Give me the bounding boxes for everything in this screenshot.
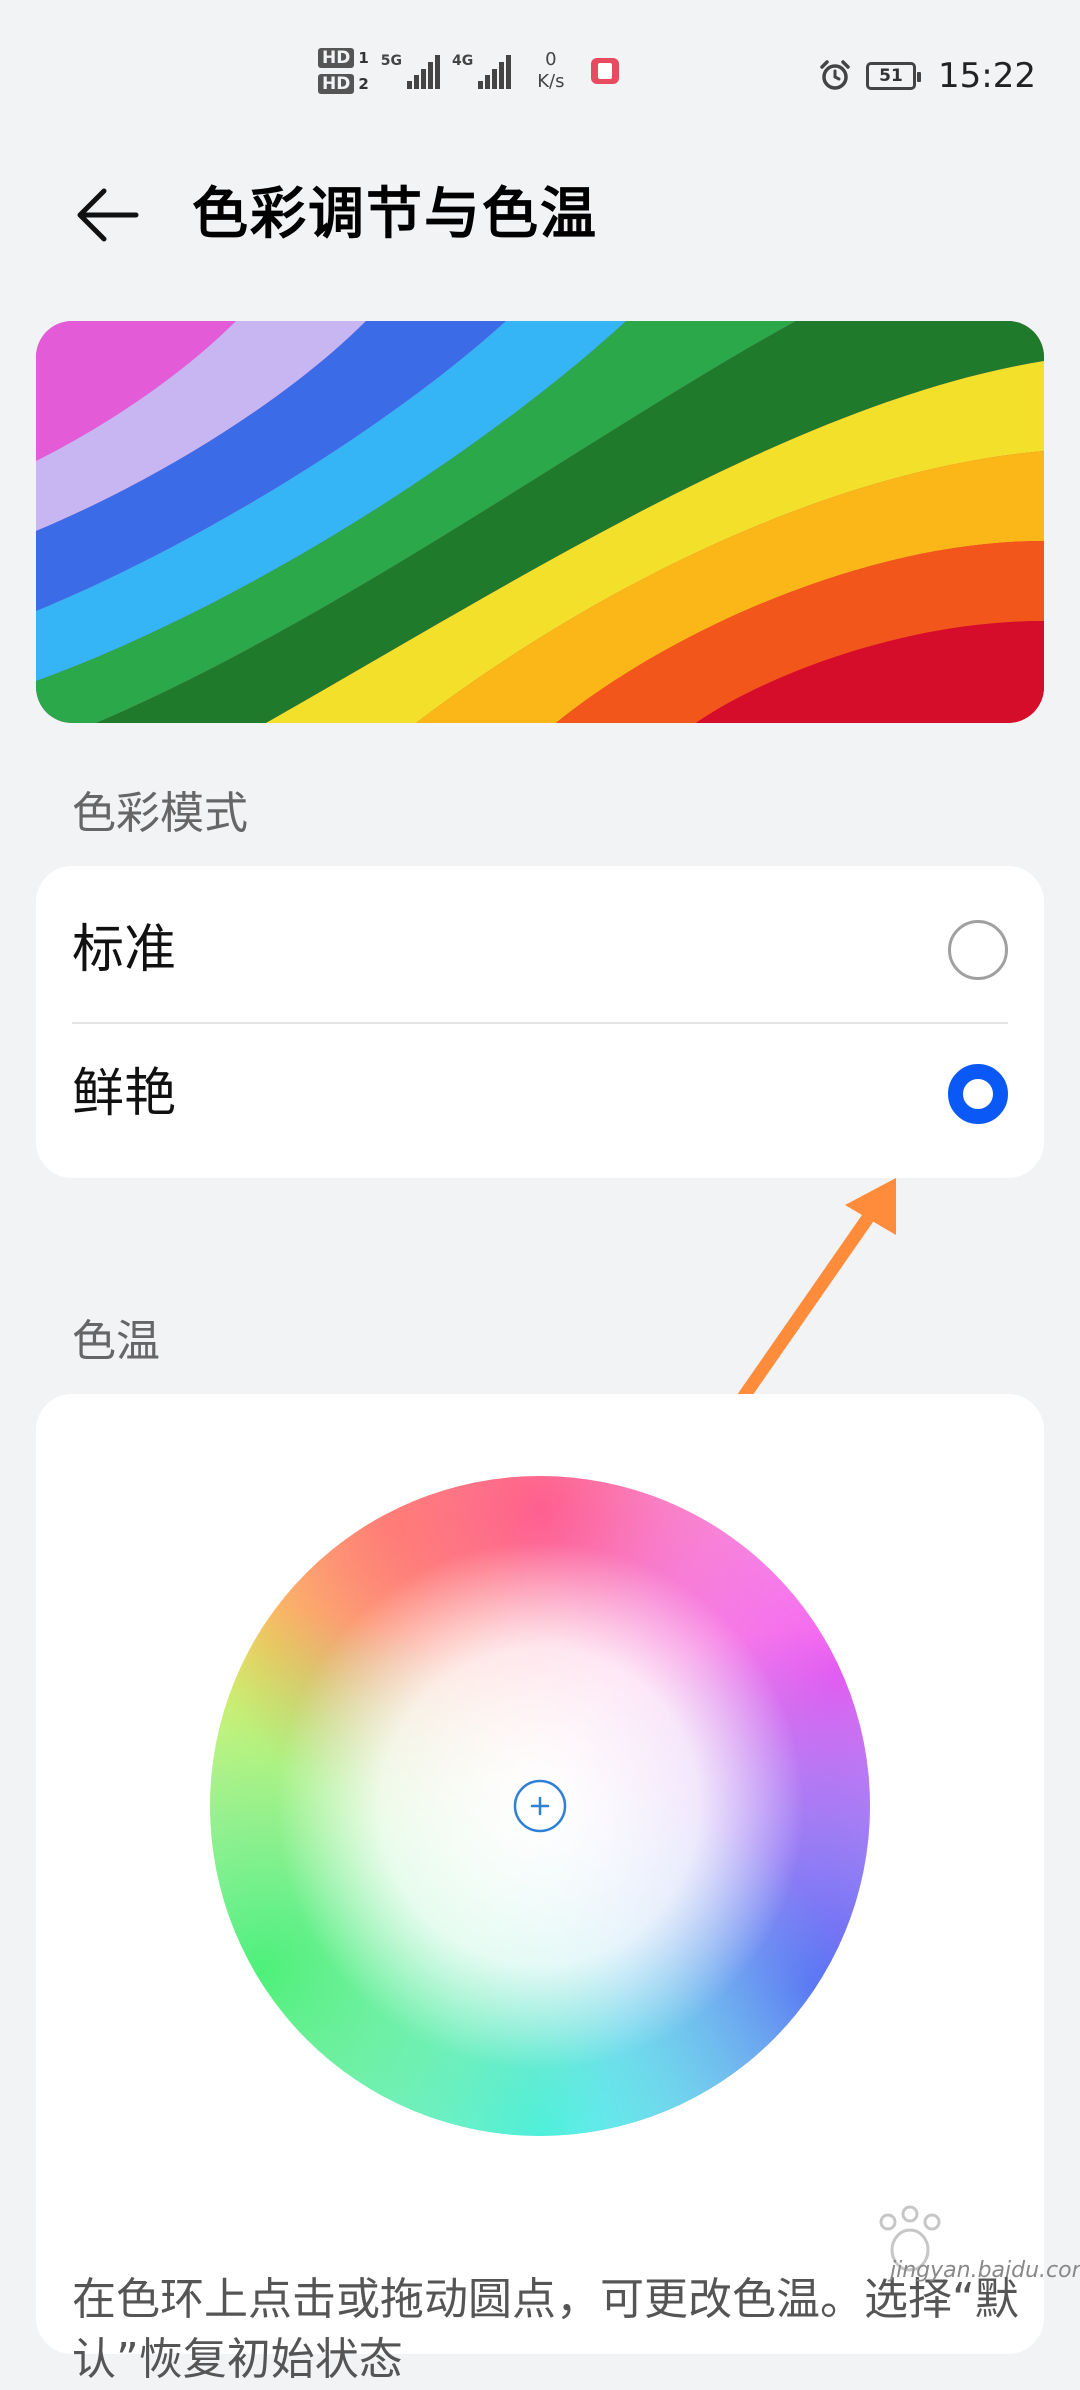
status-right-group: 51 15:22 [818, 56, 1036, 96]
color-mode-section-label: 色彩模式 [72, 788, 248, 839]
rainbow-banner-image [36, 321, 1044, 723]
status-bar: HD 1 HD 2 5G 4G 0 K/s 51 15:22 [0, 0, 1080, 150]
option-label: 标准 [72, 920, 177, 980]
radio-standard[interactable] [948, 920, 1008, 980]
watermark-text: jingyan.baidu.com [890, 2258, 1080, 2283]
color-mode-card: 标准 鲜艳 [36, 866, 1044, 1178]
signal-4g-icon: 4G [452, 53, 512, 89]
battery-icon: 51 [866, 62, 922, 90]
color-temperature-section-label: 色温 [72, 1316, 160, 1367]
hd-badge: HD [318, 48, 355, 68]
color-wheel[interactable] [210, 1476, 870, 2136]
wheel-handle[interactable] [513, 1779, 567, 1833]
color-mode-option-standard[interactable]: 标准 [36, 878, 1044, 1022]
alarm-icon [820, 60, 850, 90]
option-label: 鲜艳 [72, 1064, 177, 1124]
hd-badge: HD [318, 74, 355, 94]
radio-vivid[interactable] [948, 1064, 1008, 1124]
battery-level: 51 [879, 66, 903, 86]
page-title: 色彩调节与色温 [192, 182, 598, 247]
sim-indicators: HD 1 HD 2 [318, 48, 369, 94]
arrow-left-icon[interactable] [72, 180, 142, 250]
sim1-number: 1 [358, 49, 369, 67]
network-speed: 0 K/s [537, 49, 564, 93]
speed-value: 0 [545, 49, 557, 70]
color-mode-option-vivid[interactable]: 鲜艳 [36, 1022, 1044, 1166]
signal-5g-icon: 5G [381, 53, 441, 89]
sim2-number: 2 [358, 75, 369, 93]
notification-app-icon [590, 58, 619, 84]
speed-unit: K/s [537, 71, 565, 92]
status-left-group: HD 1 HD 2 5G 4G 0 K/s [318, 48, 619, 94]
baidu-paw-watermark-icon [879, 2205, 941, 2272]
clock: 15:22 [938, 56, 1036, 96]
